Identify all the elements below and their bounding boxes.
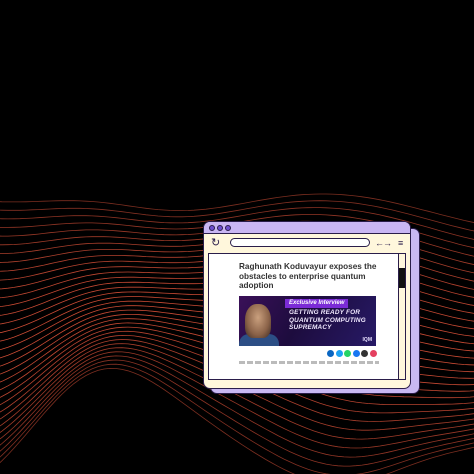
reload-icon[interactable]: ↻ [211, 236, 220, 250]
browser-window: ↻ ←→ ≡ Raghunath Koduvayur exposes the o… [203, 221, 411, 389]
scrollbar[interactable] [398, 254, 405, 379]
article-body-text [239, 361, 379, 364]
menu-icon[interactable]: ≡ [398, 236, 403, 250]
wave-line [0, 193, 474, 223]
share-buttons [327, 350, 377, 357]
window-dot-icon[interactable] [225, 224, 231, 231]
share-linkedin-icon[interactable] [327, 350, 334, 357]
share-facebook-icon[interactable] [352, 350, 360, 357]
browser-toolbar: ↻ ←→ ≡ [204, 234, 410, 252]
share-email-icon[interactable] [369, 350, 377, 357]
hero-badge: Exclusive Interview [285, 299, 349, 308]
share-whatsapp-icon[interactable] [344, 350, 351, 357]
hero-brand-logo: IQM [362, 337, 372, 343]
article-title[interactable]: Raghunath Koduvayur exposes the obstacle… [239, 262, 379, 291]
page-viewport: Raghunath Koduvayur exposes the obstacle… [208, 253, 406, 380]
share-more-icon[interactable] [361, 350, 368, 357]
person-portrait-icon [245, 304, 271, 338]
hero-headline: GETTING READY FOR QUANTUM COMPUTING SUPR… [289, 309, 366, 332]
window-dot-icon[interactable] [217, 224, 223, 231]
article-hero-image[interactable]: Exclusive Interview GETTING READY FOR QU… [239, 296, 376, 346]
address-bar[interactable] [230, 238, 370, 247]
window-dot-icon[interactable] [209, 224, 215, 231]
scroll-thumb[interactable] [399, 268, 405, 288]
share-twitter-icon[interactable] [335, 350, 343, 357]
browser-titlebar [204, 222, 410, 234]
back-forward-icon[interactable]: ←→ [375, 236, 392, 250]
